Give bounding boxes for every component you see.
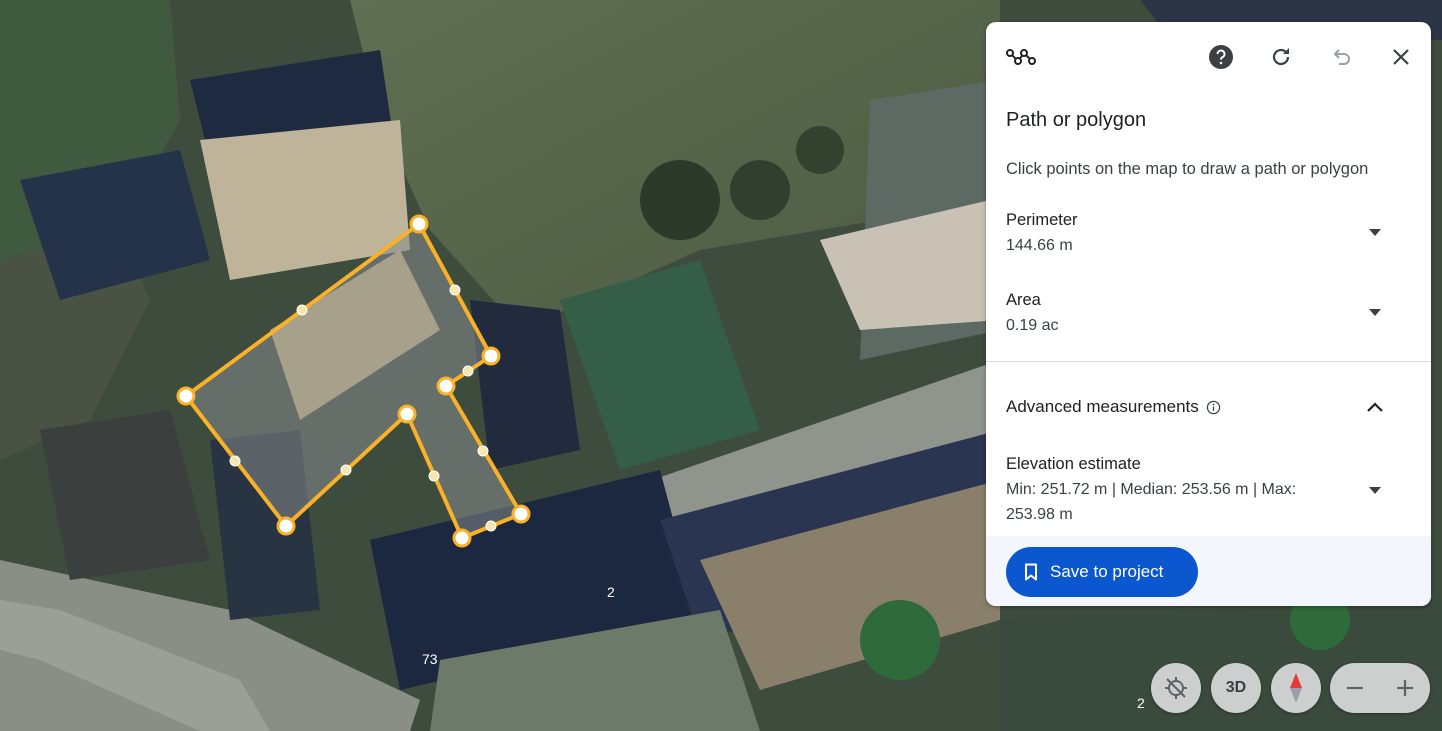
refresh-icon[interactable] <box>1263 39 1299 75</box>
house-number-label: 2 <box>1137 695 1145 711</box>
instruction-text: Click points on the map to draw a path o… <box>1006 160 1369 178</box>
area-label: Area <box>1006 291 1041 309</box>
house-number-label: 73 <box>422 651 438 667</box>
midpoint-handle[interactable] <box>485 520 497 532</box>
zoom-controls <box>1330 663 1430 713</box>
vertex-handle[interactable] <box>436 376 456 396</box>
elevation-dropdown-icon[interactable] <box>1363 478 1387 502</box>
3d-toggle-button[interactable]: 3D <box>1211 663 1261 713</box>
midpoint-handle[interactable] <box>462 365 474 377</box>
area-unit-dropdown-icon[interactable] <box>1363 300 1387 324</box>
3d-label: 3D <box>1225 679 1247 696</box>
compass-button[interactable] <box>1271 663 1321 713</box>
measure-panel: Path or polygon Click points on the map … <box>986 22 1431 606</box>
zoom-out-button[interactable] <box>1330 663 1380 713</box>
save-to-project-button[interactable]: Save to project <box>1006 547 1198 597</box>
midpoint-handle[interactable] <box>449 284 461 296</box>
advanced-measurements-header[interactable]: Advanced measurements <box>1006 394 1221 420</box>
vertex-handle[interactable] <box>276 516 296 536</box>
area-value: 0.19 ac <box>1006 317 1059 334</box>
vertex-handle[interactable] <box>397 404 417 424</box>
vertex-handle[interactable] <box>176 386 196 406</box>
elevation-value: Min: 251.72 m | Median: 253.56 m | Max: … <box>1006 481 1297 523</box>
minus-icon <box>1345 678 1365 698</box>
midpoint-handle[interactable] <box>340 464 352 476</box>
compass-icon <box>1288 672 1304 704</box>
vertex-handle[interactable] <box>481 346 501 366</box>
vertex-handle[interactable] <box>452 528 472 548</box>
plus-icon <box>1395 678 1415 698</box>
elevation-section: Elevation estimate Min: 251.72 m | Media… <box>1006 452 1336 527</box>
location-off-icon <box>1163 675 1189 701</box>
panel-title: Path or polygon <box>1006 109 1147 131</box>
midpoint-handle[interactable] <box>428 470 440 482</box>
midpoint-handle[interactable] <box>477 445 489 457</box>
perimeter-value: 144.66 m <box>1006 237 1073 254</box>
perimeter-label: Perimeter <box>1006 211 1078 229</box>
divider <box>986 361 1431 362</box>
perimeter-section: Perimeter 144.66 m <box>1006 208 1386 258</box>
save-to-project-label: Save to project <box>1050 562 1164 581</box>
help-icon[interactable] <box>1203 39 1239 75</box>
chevron-up-icon[interactable] <box>1363 395 1387 419</box>
advanced-measurements-label: Advanced measurements <box>1006 397 1199 416</box>
vertex-handle[interactable] <box>511 504 531 524</box>
zoom-in-button[interactable] <box>1380 663 1430 713</box>
info-icon[interactable] <box>1206 400 1221 415</box>
path-tool-icon <box>1003 39 1039 75</box>
midpoint-handle[interactable] <box>296 304 308 316</box>
location-off-button[interactable] <box>1151 663 1201 713</box>
panel-footer: Save to project <box>986 536 1431 606</box>
bookmark-icon <box>1024 563 1038 581</box>
area-section: Area 0.19 ac <box>1006 288 1386 338</box>
house-number-label: 2 <box>607 584 615 600</box>
undo-icon[interactable] <box>1323 39 1359 75</box>
elevation-label: Elevation estimate <box>1006 455 1141 473</box>
close-icon[interactable] <box>1383 39 1419 75</box>
vertex-handle[interactable] <box>409 214 429 234</box>
midpoint-handle[interactable] <box>229 455 241 467</box>
perimeter-unit-dropdown-icon[interactable] <box>1363 220 1387 244</box>
